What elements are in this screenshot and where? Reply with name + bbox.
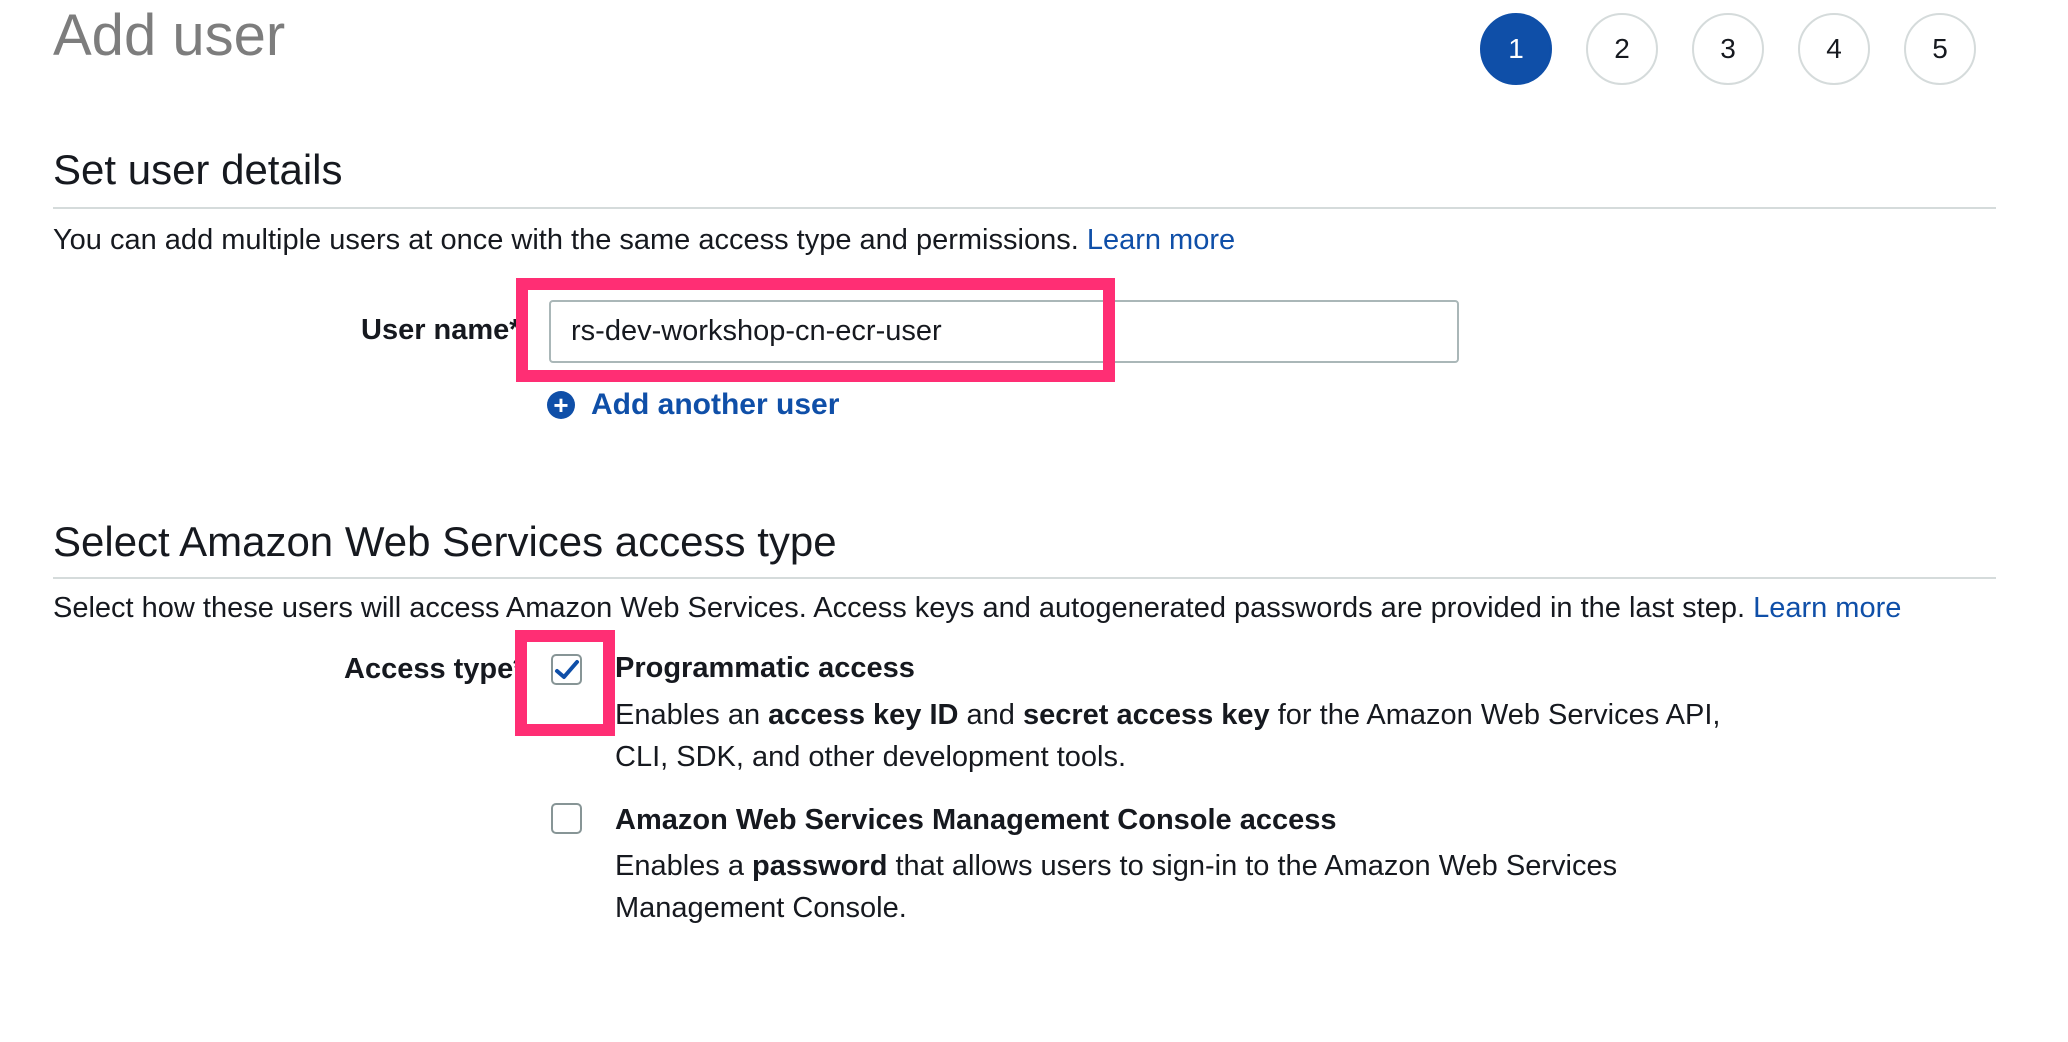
step-2[interactable]: 2 (1586, 13, 1658, 85)
desc-bold-text: password (752, 850, 888, 882)
step-1[interactable]: 1 (1480, 13, 1552, 85)
section-divider (53, 207, 1996, 209)
add-another-user-label: Add another user (591, 388, 840, 421)
user-details-description: You can add multiple users at once with … (53, 224, 1235, 257)
add-user-page: Add user 1 2 3 4 5 Set user details You … (0, 0, 2068, 1042)
step-5[interactable]: 5 (1904, 13, 1976, 85)
add-another-user-button[interactable]: + Add another user (547, 388, 839, 422)
desc-text: and (958, 699, 1023, 731)
user-name-label: User name* (361, 314, 521, 346)
desc-bold-text: access key ID (768, 699, 959, 731)
programmatic-access-title: Programmatic access (615, 652, 915, 684)
set-user-details-heading: Set user details (53, 146, 343, 193)
programmatic-access-checkbox[interactable] (551, 654, 582, 685)
wizard-steps: 1 2 3 4 5 (1480, 13, 1980, 85)
desc-text: Management Console. (615, 892, 907, 924)
console-access-title: Amazon Web Services Management Console a… (615, 804, 1337, 836)
section-divider (53, 577, 1996, 579)
learn-more-link[interactable]: Learn more (1753, 592, 1901, 624)
access-type-heading: Select Amazon Web Services access type (53, 518, 837, 565)
user-name-input[interactable] (549, 300, 1459, 363)
plus-circle-icon: + (547, 391, 575, 419)
desc-text: for the Amazon Web Services API, (1269, 699, 1721, 731)
learn-more-link[interactable]: Learn more (1087, 224, 1235, 256)
desc-text: that allows users to sign-in to the Amaz… (887, 850, 1618, 882)
step-4[interactable]: 4 (1798, 13, 1870, 85)
access-type-description: Select how these users will access Amazo… (53, 592, 1901, 625)
desc-bold-text: secret access key (1022, 699, 1270, 731)
desc-text: Enables an (615, 699, 769, 731)
user-details-description-text: You can add multiple users at once with … (53, 224, 1079, 256)
step-3[interactable]: 3 (1692, 13, 1764, 85)
desc-text: Enables a (615, 850, 753, 882)
page-title: Add user (53, 3, 286, 68)
desc-text: CLI, SDK, and other development tools. (615, 741, 1127, 773)
console-access-checkbox[interactable] (551, 803, 582, 834)
programmatic-access-description: Enables an access key ID and secret acce… (615, 694, 1720, 778)
access-type-label: Access type* (344, 653, 525, 685)
access-type-description-text: Select how these users will access Amazo… (53, 592, 1746, 624)
console-access-description: Enables a password that allows users to … (615, 845, 1617, 929)
checkmark-icon (554, 659, 579, 679)
